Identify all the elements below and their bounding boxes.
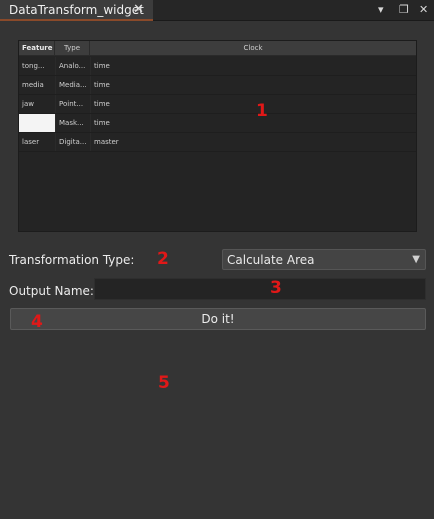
dock-tab-bar: DataTransform_widget ✕ ▾ ❐ ✕ <box>0 0 434 21</box>
do-it-button[interactable]: Do it! <box>10 308 426 330</box>
feature-table[interactable]: Feature Type Clock tong... Analo... time… <box>18 40 417 232</box>
cell-clock: time <box>90 57 416 75</box>
table-row[interactable]: media Media... time <box>19 76 416 95</box>
annotation-1: 1 <box>256 101 268 121</box>
annotation-3: 3 <box>270 278 282 298</box>
cell-feature: laser <box>22 138 40 146</box>
dock-menu-icon[interactable]: ▾ <box>378 3 384 17</box>
cell-clock: time <box>90 95 416 113</box>
table-row[interactable]: jaw Point... time <box>19 95 416 114</box>
close-icon[interactable]: ✕ <box>133 3 144 17</box>
cell-feature: media <box>22 81 44 89</box>
table-row[interactable]: laser Digita... master <box>19 133 416 152</box>
cell-type: Mask... <box>55 114 90 132</box>
annotation-2: 2 <box>157 249 169 269</box>
annotation-5: 5 <box>158 373 170 393</box>
cell-clock: time <box>90 114 416 132</box>
cell-type: Media... <box>55 76 90 94</box>
transformation-type-select[interactable]: Calculate Area ▼ <box>222 249 426 270</box>
tab-data-transform-widget[interactable]: DataTransform_widget ✕ <box>0 0 153 21</box>
transformation-type-label: Transformation Type: <box>9 253 135 267</box>
cell-feature <box>19 114 55 132</box>
data-transform-widget: DataTransform_widget ✕ ▾ ❐ ✕ Feature Typ… <box>0 0 434 519</box>
output-name-input[interactable] <box>94 278 426 300</box>
cell-clock: master <box>90 133 416 151</box>
table-row[interactable]: tong... Analo... time <box>19 57 416 76</box>
column-header-clock[interactable]: Clock <box>90 41 416 56</box>
cell-feature: tong... <box>22 62 45 70</box>
transformation-type-value: Calculate Area <box>227 253 315 267</box>
annotation-4: 4 <box>31 312 43 332</box>
cell-type: Digita... <box>55 133 90 151</box>
cell-type: Point... <box>55 95 90 113</box>
table-row-selected[interactable]: Mask... time <box>19 114 416 133</box>
column-header-feature[interactable]: Feature <box>19 41 55 56</box>
cell-feature: jaw <box>22 100 34 108</box>
float-icon[interactable]: ❐ <box>399 3 409 17</box>
tab-label: DataTransform_widget <box>9 2 144 17</box>
cell-clock: time <box>90 76 416 94</box>
chevron-down-icon: ▼ <box>412 254 420 265</box>
column-header-type[interactable]: Type <box>55 41 90 56</box>
table-header: Feature Type Clock <box>19 41 416 56</box>
close-icon[interactable]: ✕ <box>419 3 428 17</box>
cell-type: Analo... <box>55 57 90 75</box>
output-name-label: Output Name: <box>9 284 94 298</box>
